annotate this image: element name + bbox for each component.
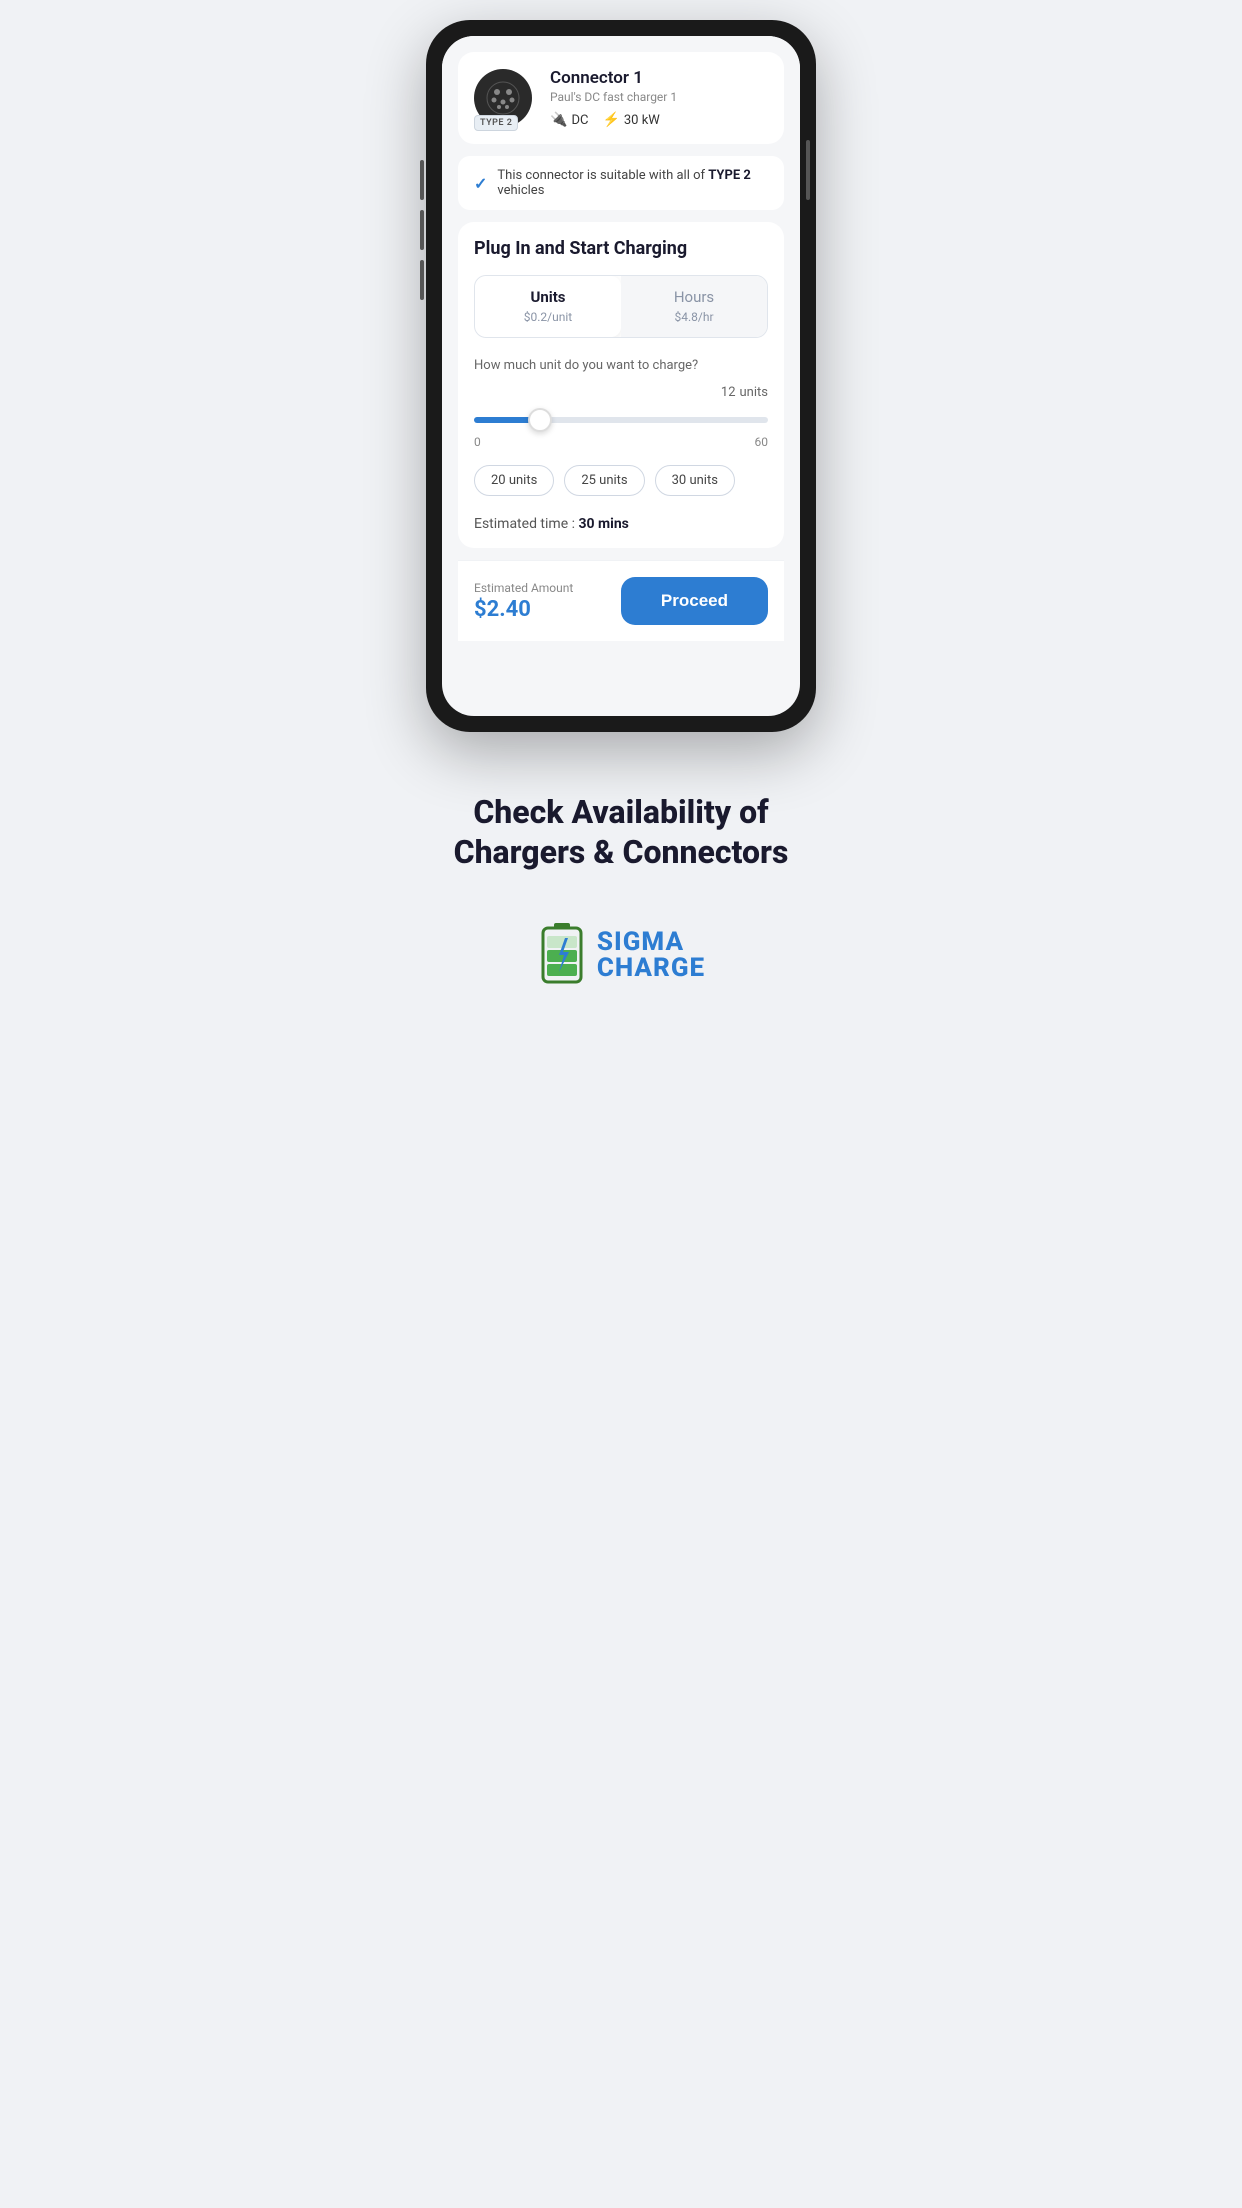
quick-20-units[interactable]: 20 units [474,465,554,496]
dc-spec: 🔌 DC [550,112,588,128]
headline-line2: Chargers & Connectors [454,833,789,871]
connector-info: Connector 1 Paul's DC fast charger 1 🔌 D… [550,68,768,128]
estimated-amount-block: Estimated Amount $2.40 [474,581,573,622]
compat-type: TYPE 2 [708,168,751,183]
screen-content: TYPE 2 Connector 1 Paul's DC fast charge… [442,36,800,657]
units-tab[interactable]: Units $0.2/unit [475,276,621,337]
phone-frame: TYPE 2 Connector 1 Paul's DC fast charge… [426,20,816,732]
below-phone-section: Check Availability of Chargers & Connect… [414,752,828,1017]
compat-suffix-text: vehicles [497,183,544,198]
units-tab-label: Units [487,288,609,306]
quick-select: 20 units 25 units 30 units [474,465,768,496]
charger-name: Paul's DC fast charger 1 [550,90,768,104]
logo: SIGMA CHARGE [438,922,804,987]
logo-battery-icon [537,922,587,987]
slider-value-row: 12 units [474,381,768,400]
hours-tab[interactable]: Hours $4.8/hr [621,276,767,337]
slider-container[interactable] [474,408,768,427]
slider-max: 60 [755,435,769,449]
compat-prefix: This connector is suitable with all of [497,168,705,183]
power-label: 30 kW [624,113,660,128]
type-badge: TYPE 2 [474,115,518,131]
headline: Check Availability of Chargers & Connect… [438,792,804,872]
check-icon: ✓ [474,174,487,193]
slider-question: How much unit do you want to charge? [474,358,768,373]
plug-icon: 🔌 [550,112,567,128]
est-time-value: 30 mins [578,516,628,532]
power-spec: ⚡ 30 kW [602,112,659,128]
est-time-label: Estimated time : [474,516,578,532]
hours-tab-label: Hours [633,288,755,306]
section-title: Plug In and Start Charging [474,238,768,259]
est-time: Estimated time : 30 mins [474,516,768,532]
compat-notice: ✓ This connector is suitable with all of… [458,156,784,210]
proceed-button[interactable]: Proceed [621,577,768,625]
connector-icon-wrap: TYPE 2 [474,69,538,127]
logo-sigma-text: SIGMA [597,929,684,955]
slider-minmax: 0 60 [474,435,768,449]
bottom-bar: Estimated Amount $2.40 Proceed [458,560,784,641]
quick-30-units[interactable]: 30 units [655,465,735,496]
compat-text: This connector is suitable with all of T… [497,168,768,198]
phone-screen: TYPE 2 Connector 1 Paul's DC fast charge… [442,36,800,716]
units-slider[interactable] [474,417,768,423]
connector-svg-icon [485,80,521,116]
slider-value-display: 12 units [721,381,768,400]
headline-line1: Check Availability of [473,793,768,831]
dc-label: DC [571,113,588,128]
slider-min: 0 [474,435,481,449]
charging-section: Plug In and Start Charging Units $0.2/un… [458,222,784,548]
slider-unit: units [740,385,768,400]
connector-specs: 🔌 DC ⚡ 30 kW [550,112,768,128]
quick-25-units[interactable]: 25 units [564,465,644,496]
tab-selector[interactable]: Units $0.2/unit Hours $4.8/hr [474,275,768,338]
units-tab-price: $0.2/unit [524,310,572,324]
logo-charge-text: CHARGE [597,955,705,981]
power-icon: ⚡ [602,112,619,128]
connector-name: Connector 1 [550,68,768,88]
logo-text: SIGMA CHARGE [597,929,705,981]
est-amount-value: $2.40 [474,597,573,622]
slider-number: 12 [721,385,736,400]
est-amount-label: Estimated Amount [474,581,573,595]
connector-card: TYPE 2 Connector 1 Paul's DC fast charge… [458,52,784,144]
hours-tab-price: $4.8/hr [674,310,713,324]
